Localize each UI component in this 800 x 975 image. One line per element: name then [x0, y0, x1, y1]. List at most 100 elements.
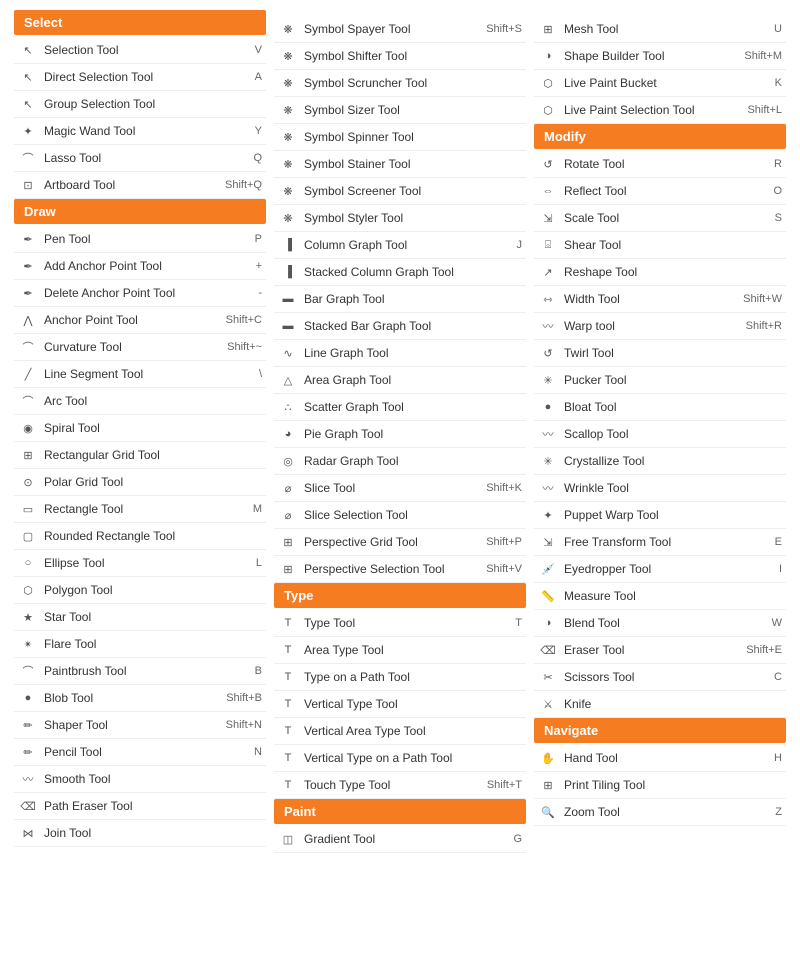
tool-item[interactable]: ◑Shape Builder ToolShift+M	[534, 43, 786, 70]
tool-item[interactable]: ⊞Perspective Grid ToolShift+P	[274, 529, 526, 556]
tool-item[interactable]: ⊞Mesh ToolU	[534, 16, 786, 43]
tool-item[interactable]: ◎Radar Graph Tool	[274, 448, 526, 475]
tool-name: Arc Tool	[44, 394, 262, 408]
tool-item[interactable]: ✦Magic Wand ToolY	[14, 118, 266, 145]
tool-item[interactable]: ★Star Tool	[14, 604, 266, 631]
tool-item[interactable]: ✳Pucker Tool	[534, 367, 786, 394]
tool-item[interactable]: ╱Line Segment Tool\	[14, 361, 266, 388]
tool-shortcut: E	[775, 536, 782, 548]
tool-name: Scatter Graph Tool	[304, 400, 522, 414]
tool-item[interactable]: ⇲Free Transform ToolE	[534, 529, 786, 556]
tool-item[interactable]: ∿Line Graph Tool	[274, 340, 526, 367]
tool-item[interactable]: ↗Reshape Tool	[534, 259, 786, 286]
tool-item[interactable]: TVertical Type Tool	[274, 691, 526, 718]
tool-item[interactable]: ❋Symbol Screener Tool	[274, 178, 526, 205]
tool-icon: ↺	[538, 343, 558, 363]
tool-item[interactable]: ⌒Arc Tool	[14, 388, 266, 415]
tool-item[interactable]: ❋Symbol Scruncher Tool	[274, 70, 526, 97]
tool-item[interactable]: ▭Rectangle ToolM	[14, 496, 266, 523]
tool-item[interactable]: 〰Warp toolShift+R	[534, 313, 786, 340]
tool-item[interactable]: ✋Hand ToolH	[534, 745, 786, 772]
tool-item[interactable]: ✏Pencil ToolN	[14, 739, 266, 766]
tool-item[interactable]: ⬡Live Paint BucketK	[534, 70, 786, 97]
tool-item[interactable]: ⬡Live Paint Selection ToolShift+L	[534, 97, 786, 124]
tool-item[interactable]: ⋈Join Tool	[14, 820, 266, 847]
tool-item[interactable]: ❋Symbol Shifter Tool	[274, 43, 526, 70]
tool-item[interactable]: ⌀Slice Selection Tool	[274, 502, 526, 529]
tool-name: Polar Grid Tool	[44, 475, 262, 489]
tool-item[interactable]: ⚔Knife	[534, 691, 786, 718]
tool-item[interactable]: ⇔Reflect ToolO	[534, 178, 786, 205]
tool-icon: ✳	[538, 370, 558, 390]
tool-item[interactable]: 💉Eyedropper ToolI	[534, 556, 786, 583]
tool-item[interactable]: ↺Twirl Tool	[534, 340, 786, 367]
tool-item[interactable]: ◉Spiral Tool	[14, 415, 266, 442]
tool-name: Rectangle Tool	[44, 502, 249, 516]
tool-item[interactable]: TType on a Path Tool	[274, 664, 526, 691]
tool-item[interactable]: ⊞Print Tiling Tool	[534, 772, 786, 799]
tool-item[interactable]: ●Blob ToolShift+B	[14, 685, 266, 712]
tool-item[interactable]: ✳Crystallize Tool	[534, 448, 786, 475]
tool-item[interactable]: ⇲Scale ToolS	[534, 205, 786, 232]
tool-shortcut: N	[254, 746, 262, 758]
tool-shortcut: T	[515, 617, 522, 629]
tool-item[interactable]: ◑Blend ToolW	[534, 610, 786, 637]
tool-item[interactable]: ⌫Eraser ToolShift+E	[534, 637, 786, 664]
tool-name: Measure Tool	[564, 589, 782, 603]
tool-item[interactable]: ◫Gradient ToolG	[274, 826, 526, 853]
tool-item[interactable]: ▐Column Graph ToolJ	[274, 232, 526, 259]
tool-name: Line Segment Tool	[44, 367, 255, 381]
tool-item[interactable]: ⇿Width ToolShift+W	[534, 286, 786, 313]
tool-item[interactable]: ↺Rotate ToolR	[534, 151, 786, 178]
tool-item[interactable]: TVertical Area Type Tool	[274, 718, 526, 745]
tool-item[interactable]: ↖Selection ToolV	[14, 37, 266, 64]
tool-item[interactable]: ▐Stacked Column Graph Tool	[274, 259, 526, 286]
tool-item[interactable]: ✒Delete Anchor Point Tool-	[14, 280, 266, 307]
tool-item[interactable]: TArea Type Tool	[274, 637, 526, 664]
tool-item[interactable]: ⌀Slice ToolShift+K	[274, 475, 526, 502]
tool-item[interactable]: ❋Symbol Styler Tool	[274, 205, 526, 232]
tool-item[interactable]: ⊡Artboard ToolShift+Q	[14, 172, 266, 199]
tool-item[interactable]: ⌒Paintbrush ToolB	[14, 658, 266, 685]
tool-item[interactable]: ⌒Lasso ToolQ	[14, 145, 266, 172]
tool-item[interactable]: 〰Smooth Tool	[14, 766, 266, 793]
tool-item[interactable]: ⬡Polygon Tool	[14, 577, 266, 604]
tool-item[interactable]: ✒Pen ToolP	[14, 226, 266, 253]
tool-item[interactable]: ⌫Path Eraser Tool	[14, 793, 266, 820]
tool-name: Curvature Tool	[44, 340, 223, 354]
tool-icon: T	[278, 721, 298, 741]
tool-item[interactable]: TVertical Type on a Path Tool	[274, 745, 526, 772]
tool-item[interactable]: ↖Group Selection Tool	[14, 91, 266, 118]
tool-item[interactable]: TTouch Type ToolShift+T	[274, 772, 526, 799]
tool-name: Magic Wand Tool	[44, 124, 251, 138]
tool-item[interactable]: ○Ellipse ToolL	[14, 550, 266, 577]
tool-item[interactable]: ❋Symbol Stainer Tool	[274, 151, 526, 178]
tool-item[interactable]: 🔍Zoom ToolZ	[534, 799, 786, 826]
tool-item[interactable]: ✒Add Anchor Point Tool+	[14, 253, 266, 280]
tool-item[interactable]: ❋Symbol Spayer ToolShift+S	[274, 16, 526, 43]
tool-item[interactable]: TType ToolT	[274, 610, 526, 637]
tool-item[interactable]: 📏Measure Tool	[534, 583, 786, 610]
tool-item[interactable]: ❋Symbol Spinner Tool	[274, 124, 526, 151]
tool-item[interactable]: ▬Bar Graph Tool	[274, 286, 526, 313]
tool-item[interactable]: ✂Scissors ToolC	[534, 664, 786, 691]
tool-item[interactable]: ●Bloat Tool	[534, 394, 786, 421]
tool-item[interactable]: ✴Flare Tool	[14, 631, 266, 658]
tool-item[interactable]: ⊞Rectangular Grid Tool	[14, 442, 266, 469]
tool-item[interactable]: ⊞Perspective Selection ToolShift+V	[274, 556, 526, 583]
tool-item[interactable]: ▬Stacked Bar Graph Tool	[274, 313, 526, 340]
tool-item[interactable]: 〰Scallop Tool	[534, 421, 786, 448]
tool-item[interactable]: ⊙Polar Grid Tool	[14, 469, 266, 496]
tool-item[interactable]: ⋀Anchor Point ToolShift+C	[14, 307, 266, 334]
tool-item[interactable]: ∴Scatter Graph Tool	[274, 394, 526, 421]
tool-item[interactable]: ↖Direct Selection ToolA	[14, 64, 266, 91]
tool-item[interactable]: ⌒Curvature ToolShift+~	[14, 334, 266, 361]
tool-item[interactable]: ✏Shaper ToolShift+N	[14, 712, 266, 739]
tool-item[interactable]: ▢Rounded Rectangle Tool	[14, 523, 266, 550]
tool-item[interactable]: ◕Pie Graph Tool	[274, 421, 526, 448]
tool-item[interactable]: ⌺Shear Tool	[534, 232, 786, 259]
tool-item[interactable]: △Area Graph Tool	[274, 367, 526, 394]
tool-item[interactable]: ✦Puppet Warp Tool	[534, 502, 786, 529]
tool-item[interactable]: 〰Wrinkle Tool	[534, 475, 786, 502]
tool-item[interactable]: ❋Symbol Sizer Tool	[274, 97, 526, 124]
